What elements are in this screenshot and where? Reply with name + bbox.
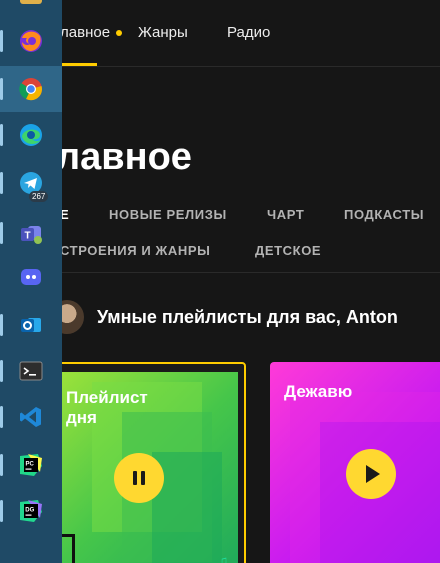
taskbar-outlook[interactable] (0, 302, 62, 348)
svg-text:PC: PC (26, 462, 35, 468)
nav-main-label: лавное (62, 24, 111, 41)
taskbar-discord[interactable] (0, 254, 62, 300)
chrome-icon (19, 78, 42, 101)
pause-icon (133, 471, 137, 485)
discord-icon (21, 269, 41, 285)
running-indicator (0, 500, 3, 522)
tab-main[interactable]: Е (62, 207, 69, 222)
cover-frame (62, 534, 75, 563)
telegram-badge: 267 (29, 191, 49, 202)
playlist-card-dejavu[interactable]: Дежавю (270, 362, 440, 563)
vscode-icon (20, 407, 41, 427)
music-app: лавное Жанры Радио лавное Е НОВЫЕ РЕЛИЗЫ… (62, 0, 440, 563)
tab-new-releases[interactable]: НОВЫЕ РЕЛИЗЫ (109, 207, 227, 222)
running-indicator (0, 222, 3, 244)
running-indicator (0, 78, 3, 100)
teams-icon: T (21, 226, 42, 244)
card-title: Плейлист дня (66, 388, 148, 427)
top-navigation: лавное Жанры Радио (62, 0, 440, 67)
page-title: лавное (62, 136, 192, 178)
taskbar-edge[interactable] (0, 112, 62, 158)
section-title[interactable]: Умные плейлисты для вас, Anton (97, 307, 398, 328)
section-tabs: Е НОВЫЕ РЕЛИЗЫ ЧАРТ ПОДКАСТЫ СТРОЕНИЯ И … (62, 200, 440, 273)
nav-active-underline (62, 63, 97, 66)
taskbar-teams[interactable]: T (0, 210, 62, 256)
svg-text:T: T (24, 231, 30, 242)
running-indicator (0, 314, 3, 336)
nav-radio[interactable]: Радио (227, 24, 270, 41)
outlook-icon (21, 318, 41, 332)
taskbar-terminal[interactable] (0, 348, 62, 394)
taskbar-chrome[interactable] (0, 66, 62, 112)
avatar[interactable] (62, 300, 84, 334)
music-note-icon: ♫ (218, 553, 228, 563)
taskbar-pycharm[interactable]: PC (0, 442, 62, 488)
tab-moods-genres[interactable]: СТРОЕНИЯ И ЖАНРЫ (62, 243, 210, 258)
new-dot-indicator (116, 30, 123, 37)
taskbar: 267 T PC DG (0, 0, 62, 563)
taskbar-vscode[interactable] (0, 394, 62, 440)
taskbar-datagrip[interactable]: DG (0, 488, 62, 534)
edge-icon (20, 124, 42, 146)
terminal-icon (19, 361, 43, 381)
playlist-card-playlist-of-day[interactable]: Плейлист дня ♫ (62, 362, 246, 563)
smart-playlists-header: Умные плейлисты для вас, Anton (62, 300, 398, 334)
firefox-icon (20, 30, 42, 52)
running-indicator (0, 124, 3, 146)
tab-chart[interactable]: ЧАРТ (267, 207, 304, 222)
pause-button[interactable] (114, 453, 164, 503)
running-indicator (0, 172, 3, 194)
svg-text:DG: DG (25, 508, 34, 514)
taskbar-top-partial-icon (20, 0, 42, 4)
tab-kids[interactable]: ДЕТСКОЕ (255, 243, 321, 258)
taskbar-firefox[interactable] (0, 18, 62, 64)
datagrip-icon: DG (20, 500, 42, 522)
pause-icon-bar (141, 471, 145, 485)
card-title: Дежавю (284, 382, 353, 401)
taskbar-telegram[interactable]: 267 (0, 160, 62, 206)
running-indicator (0, 406, 3, 428)
play-button[interactable] (346, 449, 396, 499)
pycharm-icon: PC (20, 454, 42, 476)
card-cover: Плейлист дня ♫ (62, 372, 238, 563)
running-indicator (0, 360, 3, 382)
running-indicator (0, 454, 3, 476)
play-icon (366, 465, 380, 483)
running-indicator (0, 30, 3, 52)
nav-main[interactable]: лавное (62, 24, 123, 41)
nav-genres[interactable]: Жанры (138, 24, 188, 41)
tab-podcasts[interactable]: ПОДКАСТЫ (344, 207, 424, 222)
